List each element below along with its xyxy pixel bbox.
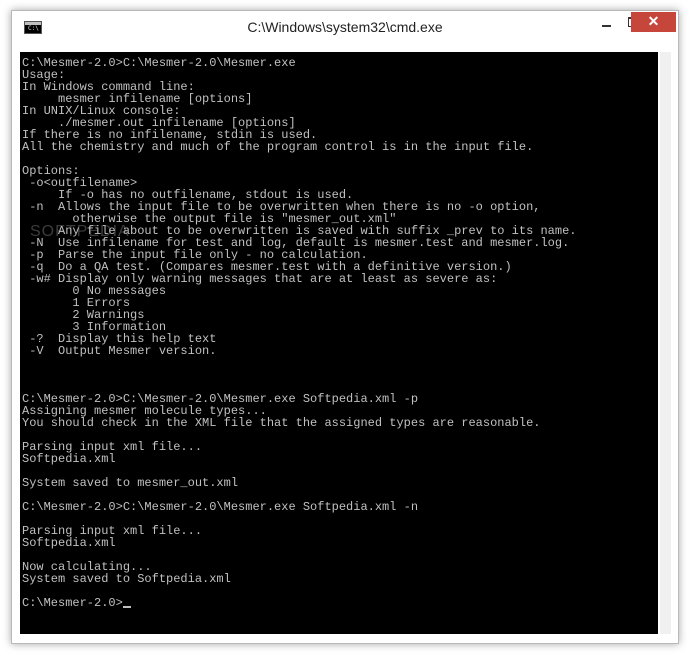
console-line: C:\Mesmer-2.0>C:\Mesmer-2.0\Mesmer.exe — [22, 56, 296, 70]
console-line: -V Output Mesmer version. — [22, 344, 217, 358]
console-line: System saved to mesmer_out.xml — [22, 476, 239, 490]
window-title: C:\Windows\system32\cmd.exe — [247, 19, 443, 35]
console-line: All the chemistry and much of the progra… — [22, 140, 534, 154]
console-line: C:\Mesmer-2.0>C:\Mesmer-2.0\Mesmer.exe S… — [22, 500, 419, 514]
cmd-window: C:\ C:\Windows\system32\cmd.exe ✕ C:\Mes… — [11, 10, 679, 644]
close-button[interactable]: ✕ — [631, 12, 676, 32]
console-line: You should check in the XML file that th… — [22, 416, 541, 430]
console-line: Softpedia.xml — [22, 452, 116, 466]
console-lines: C:\Mesmer-2.0>C:\Mesmer-2.0\Mesmer.exe Us… — [22, 57, 577, 609]
close-icon: ✕ — [647, 13, 660, 29]
console-line: System saved to Softpedia.xml — [22, 572, 231, 586]
minimize-button[interactable] — [593, 12, 621, 32]
text-cursor — [122, 606, 131, 608]
minimize-icon — [602, 25, 611, 27]
title-bar[interactable]: C:\ C:\Windows\system32\cmd.exe ✕ — [12, 11, 678, 42]
console-output[interactable]: C:\Mesmer-2.0>C:\Mesmer-2.0\Mesmer.exe Us… — [20, 52, 658, 634]
watermark: SOFTPEDIA — [30, 223, 130, 240]
console-line: C:\Mesmer-2.0> — [22, 597, 577, 609]
vertical-scrollbar[interactable] — [660, 52, 671, 634]
console-line: Softpedia.xml — [22, 536, 116, 550]
